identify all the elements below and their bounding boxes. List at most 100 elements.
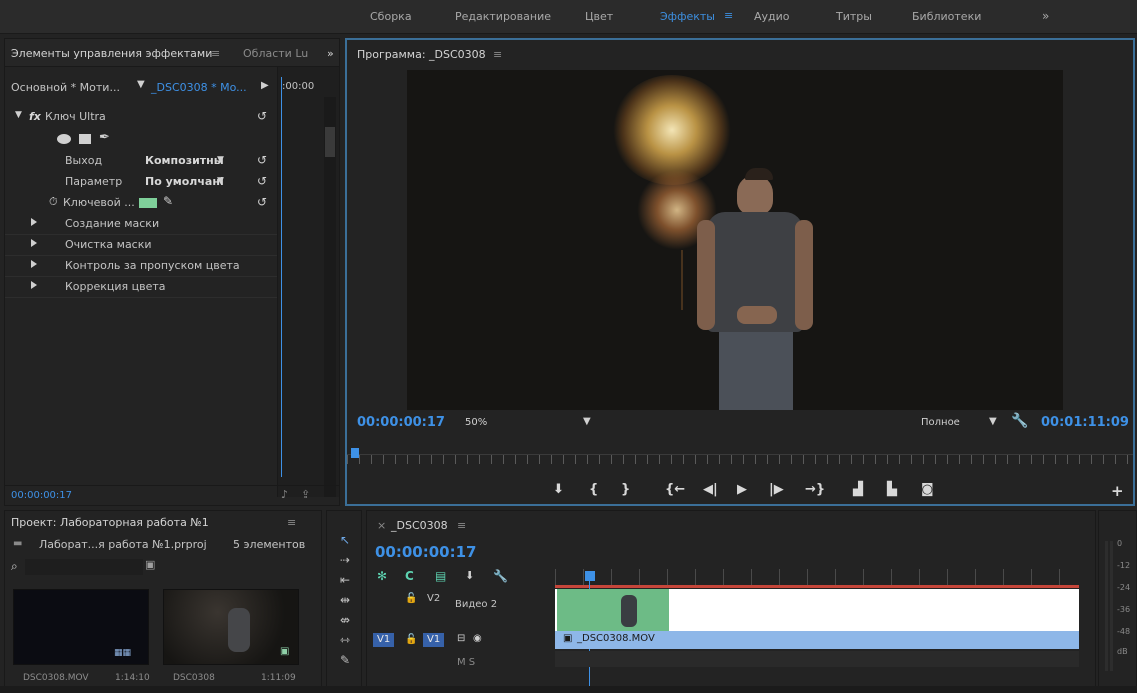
workspace-more-icon[interactable]: » xyxy=(1042,9,1049,23)
search-input[interactable] xyxy=(25,559,143,575)
key-color-swatch[interactable] xyxy=(139,198,157,208)
extract-icon[interactable]: ▙ xyxy=(887,482,897,497)
lock-icon[interactable]: 🔓 xyxy=(405,634,417,645)
lift-icon[interactable]: ▟ xyxy=(853,482,863,497)
ellipse-mask-icon[interactable] xyxy=(57,134,71,144)
expand-right-icon[interactable] xyxy=(31,218,37,226)
source-patch-v1[interactable]: V1 xyxy=(373,633,395,647)
track-v1-target[interactable]: V1 xyxy=(423,633,445,647)
stopwatch-icon[interactable]: ⏱ xyxy=(49,195,58,209)
zoom-select[interactable]: 50% xyxy=(465,417,487,428)
effect-timeline[interactable]: :00:00 xyxy=(277,67,339,497)
expand-right-icon[interactable] xyxy=(31,260,37,268)
mark-out-icon[interactable]: } xyxy=(621,482,630,497)
playhead[interactable] xyxy=(585,571,595,581)
sequence-clip-label[interactable]: _DSC0308 * Mo... xyxy=(151,81,247,94)
program-current-timecode[interactable]: 00:00:00:17 xyxy=(357,415,445,430)
reset-icon[interactable]: ↺ xyxy=(257,195,267,209)
tab-lumetri-scopes[interactable]: Области Lu xyxy=(243,47,308,60)
chevron-down-icon[interactable]: ▼ xyxy=(989,416,997,427)
panel-menu-icon[interactable]: ≡ xyxy=(457,519,466,532)
wrench-icon[interactable]: 🔧 xyxy=(493,569,508,583)
play-icon[interactable]: ▶ xyxy=(737,482,747,497)
razor-tool-icon[interactable]: ⇎ xyxy=(335,613,355,627)
project-title[interactable]: Проект: Лабораторная работа №1 xyxy=(11,516,209,529)
eyedropper-icon[interactable]: ✎ xyxy=(163,194,173,208)
param-output-value[interactable]: Композитны xyxy=(145,154,224,167)
go-to-in-icon[interactable]: {← xyxy=(665,482,685,497)
playhead[interactable] xyxy=(351,448,359,458)
mark-in-icon[interactable]: { xyxy=(589,482,598,497)
close-icon[interactable]: × xyxy=(377,519,386,532)
audio-track-controls[interactable]: M S xyxy=(457,657,475,668)
section-spill-suppression[interactable]: Контроль за пропуском цвета xyxy=(5,256,277,277)
scrollbar-thumb[interactable] xyxy=(325,127,335,157)
lock-icon[interactable]: 🔓 xyxy=(405,593,417,604)
audio-icon[interactable]: ♪ xyxy=(281,488,288,501)
panel-more-icon[interactable]: » xyxy=(327,47,334,60)
pen-tool-icon[interactable]: ✎ xyxy=(335,653,355,667)
section-color-correction[interactable]: Коррекция цвета xyxy=(5,277,277,298)
workspace-color[interactable]: Цвет xyxy=(585,10,613,23)
track-a1-lane[interactable] xyxy=(555,651,1079,667)
expand-right-icon[interactable] xyxy=(31,281,37,289)
timeline-timecode[interactable]: 00:00:00:17 xyxy=(375,543,477,561)
ripple-edit-tool-icon[interactable]: ⇤ xyxy=(335,573,355,587)
workspace-menu-icon[interactable]: ≡ xyxy=(724,9,733,22)
panel-menu-icon[interactable]: ≡ xyxy=(287,516,296,529)
workspace-editing[interactable]: Редактирование xyxy=(455,10,551,23)
program-monitor-title[interactable]: Программа: _DSC0308 xyxy=(357,48,486,61)
master-clip-label[interactable]: Основной * Моти... xyxy=(11,81,120,94)
new-bin-icon[interactable]: ▣ xyxy=(145,558,155,571)
playhead-line[interactable] xyxy=(281,77,282,477)
selection-tool-icon[interactable]: ↖ xyxy=(335,533,355,547)
clip-thumbnail[interactable] xyxy=(557,589,669,631)
slip-tool-icon[interactable]: ⇿ xyxy=(335,633,355,647)
marker-icon[interactable]: ⬇ xyxy=(465,569,474,582)
export-frame-icon[interactable]: ◙ xyxy=(921,482,934,497)
timeline-ruler[interactable] xyxy=(555,569,1079,585)
tab-menu-icon[interactable]: ≡ xyxy=(211,47,220,60)
program-time-ruler[interactable] xyxy=(347,444,1133,466)
workspace-effects[interactable]: Эффекты xyxy=(660,10,715,23)
chevron-down-icon[interactable]: ▼ xyxy=(583,416,591,427)
add-marker-icon[interactable]: ⬇ xyxy=(553,482,564,497)
section-matte-generation[interactable]: Создание маски xyxy=(5,214,277,235)
quality-select[interactable]: Полное xyxy=(921,417,960,428)
expand-down-icon[interactable]: ▼ xyxy=(15,110,22,120)
sync-lock-icon[interactable]: ⊟ xyxy=(457,633,465,644)
chevron-down-icon[interactable]: ▼ xyxy=(137,79,145,90)
workspace-titles[interactable]: Титры xyxy=(836,10,872,23)
workspace-audio[interactable]: Аудио xyxy=(754,10,790,23)
pen-mask-icon[interactable]: ✒ xyxy=(99,130,110,145)
track-v2-lane[interactable] xyxy=(555,589,1079,631)
step-forward-icon[interactable]: |▶ xyxy=(769,482,784,497)
rolling-edit-tool-icon[interactable]: ⇹ xyxy=(335,593,355,607)
scrollbar[interactable] xyxy=(324,97,336,497)
snap-icon[interactable]: ✻ xyxy=(377,569,387,583)
tab-effect-controls[interactable]: Элементы управления эффектами xyxy=(11,47,212,60)
track-v1-clip[interactable]: ▣ _DSC0308.MOV xyxy=(555,631,1079,649)
wrench-icon[interactable]: 🔧 xyxy=(1011,413,1028,429)
sequence-tab[interactable]: _DSC0308 xyxy=(391,519,448,532)
effect-timecode[interactable]: 00:00:00:17 xyxy=(11,490,72,501)
rectangle-mask-icon[interactable] xyxy=(79,134,91,144)
eye-icon[interactable]: ◉ xyxy=(473,633,482,644)
reset-icon[interactable]: ↺ xyxy=(257,153,267,167)
linked-selection-icon[interactable]: C xyxy=(405,569,414,583)
track-select-tool-icon[interactable]: ⇢ xyxy=(335,553,355,567)
project-thumbnail[interactable]: ▣ xyxy=(163,589,299,665)
workspace-assembly[interactable]: Сборка xyxy=(370,10,412,23)
workspace-libraries[interactable]: Библиотеки xyxy=(912,10,981,23)
add-marker-icon[interactable]: ▤ xyxy=(435,569,446,583)
chevron-down-icon[interactable]: ▼ xyxy=(217,155,224,165)
param-setting-value[interactable]: По умолчані xyxy=(145,175,224,188)
reset-icon[interactable]: ↺ xyxy=(257,174,267,188)
program-video-frame[interactable] xyxy=(407,70,1063,410)
reset-icon[interactable]: ↺ xyxy=(257,109,267,123)
effect-ultra-key[interactable]: ▼ fx Ключ Ultra ↺ xyxy=(5,107,277,128)
search-icon[interactable]: ⌕ xyxy=(11,559,18,574)
section-matte-cleanup[interactable]: Очистка маски xyxy=(5,235,277,256)
go-to-out-icon[interactable]: →} xyxy=(805,482,825,497)
export-icon[interactable]: ⇪ xyxy=(301,488,310,501)
